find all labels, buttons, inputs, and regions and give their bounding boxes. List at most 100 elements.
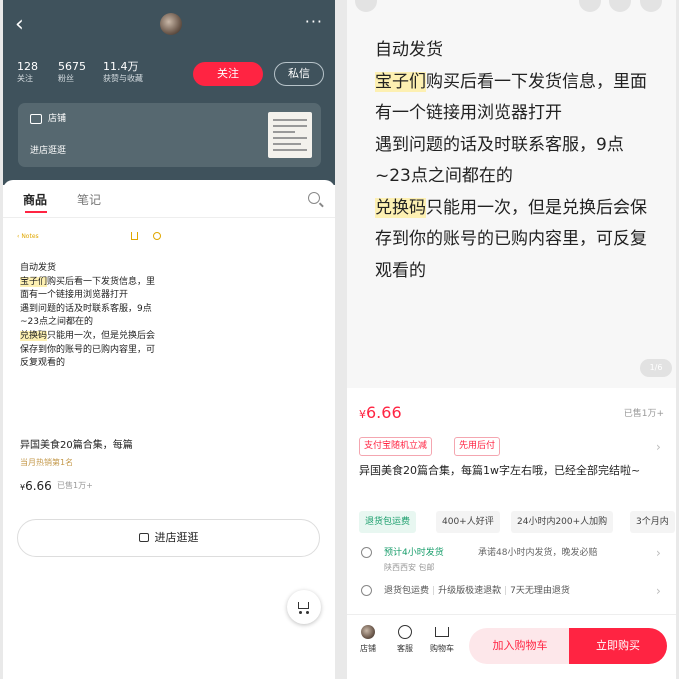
note-line-text: 遇到问题的话及时联系客服，9点~23点之间都在的	[20, 303, 152, 328]
visit-store-button[interactable]: 进店逛逛	[17, 519, 320, 557]
bottom-action-bar: 店铺 客服 购物车 加入购物车 立即购买	[347, 614, 676, 679]
guarantee-item: 退货包运费	[384, 586, 430, 596]
store-card[interactable]: 店铺 进店逛逛	[18, 103, 321, 167]
visit-store-label: 进店逛逛	[154, 531, 199, 544]
product-rank: 当月热销第1名	[20, 458, 74, 467]
note-highlight: 兑换码	[375, 197, 426, 218]
product-price: ¥6.66	[20, 478, 52, 496]
shipping-fast[interactable]: 预计4小时发货	[384, 546, 444, 560]
active-tab-indicator	[25, 211, 47, 213]
note-line: 遇到问题的话及时联系客服，9点~23点之间都在的	[375, 130, 655, 193]
stat-label: 粉丝	[58, 74, 74, 83]
feature-tag: 400+人好评	[436, 511, 500, 533]
more-button[interactable]	[640, 0, 662, 12]
note-line: 兑换码只能用一次，但是兑换后会保存到你的账号的已购内容里，可反复观看的	[375, 193, 655, 288]
search-icon[interactable]	[308, 192, 320, 204]
product-sold: 已售1万+	[623, 409, 664, 419]
chevron-right-icon[interactable]: ›	[656, 584, 661, 598]
share-button[interactable]	[579, 0, 601, 12]
note-text: 自动发货 宝子们购买后看一下发货信息，里面有一个链接用浏览器打开 遇到问题的话及…	[20, 262, 158, 371]
stat-label: 关注	[17, 74, 33, 83]
currency-symbol: ¥	[359, 408, 366, 421]
cart-tab[interactable]: 购物车	[427, 625, 457, 654]
promo-tag[interactable]: 支付宝随机立减	[359, 437, 433, 456]
message-button[interactable]: 私信	[274, 62, 324, 86]
chevron-right-icon[interactable]: ›	[656, 440, 661, 454]
page-indicator: 1/6	[640, 359, 672, 377]
price-value: 6.66	[366, 403, 402, 422]
product-title: 异国美食20篇合集，每篇	[20, 440, 133, 451]
more-circle-icon	[153, 232, 161, 240]
note-line: 自动发货	[375, 35, 655, 67]
note-text-large: 自动发货 宝子们购买后看一下发货信息，里面有一个链接用浏览器打开 遇到问题的话及…	[375, 35, 655, 287]
visit-store-link[interactable]: 进店逛逛	[30, 144, 66, 158]
chevron-right-icon[interactable]: ›	[656, 546, 661, 560]
follow-button[interactable]: 关注	[193, 62, 263, 86]
product-card[interactable]: ‹ Notes 自动发货 宝子们购买后看一下发货信息，里面有一个链接用浏览器打开…	[14, 224, 169, 504]
cart-button[interactable]	[287, 590, 321, 624]
product-detail-panel: 自动发货 宝子们购买后看一下发货信息，里面有一个链接用浏览器打开 遇到问题的话及…	[347, 0, 676, 679]
note-line: 自动发货	[20, 262, 158, 276]
stat-following[interactable]: 128 关注	[17, 60, 38, 85]
separator: |	[432, 586, 436, 596]
store-tab-label: 店铺	[360, 644, 376, 653]
stat-likes[interactable]: 11.4万 获赞与收藏	[103, 60, 143, 85]
note-line: 兑换码只能用一次，但是兑换后会保存到你的账号的已购内容里，可反复观看的	[20, 330, 158, 371]
store-label: 店铺	[48, 114, 67, 124]
cart-top-button[interactable]	[609, 0, 631, 12]
more-icon[interactable]: ···	[305, 12, 323, 31]
store-avatar-icon	[361, 625, 375, 639]
cart-wheel	[306, 611, 309, 614]
shield-icon	[361, 585, 372, 596]
note-line-text: 遇到问题的话及时联系客服，9点~23点之间都在的	[375, 134, 624, 187]
note-line: 遇到问题的话及时联系客服，9点~23点之间都在的	[20, 303, 158, 330]
service-tab[interactable]: 客服	[390, 625, 420, 654]
shipping-location: 陕西西安 包邮	[384, 563, 435, 572]
product-price: ¥6.66	[359, 403, 402, 425]
stat-number: 11.4万	[103, 60, 139, 73]
avatar[interactable]	[160, 13, 182, 35]
notes-back-label: ‹ Notes	[17, 233, 39, 240]
stat-fans[interactable]: 5675 粉丝	[58, 60, 86, 85]
guarantee-item: 7天无理由退货	[510, 586, 570, 596]
store-thumbnail[interactable]	[268, 112, 312, 158]
store-icon	[30, 114, 42, 124]
cart-tab-label: 购物车	[430, 644, 454, 653]
note-line-text: 自动发货	[375, 40, 443, 60]
content-sheet: 商品 笔记 ‹ Notes 自动发货 宝子们购买后看一下发货信息，里面有一个链接…	[3, 180, 335, 679]
tab-goods[interactable]: 商品	[23, 192, 47, 208]
stat-number: 128	[17, 60, 38, 73]
note-line-text: 自动发货	[20, 263, 57, 273]
cart-icon	[298, 602, 309, 609]
note-highlight: 宝子们	[20, 276, 48, 287]
add-to-cart-button[interactable]: 加入购物车	[469, 628, 571, 664]
promo-tag[interactable]: 先用后付	[454, 437, 501, 456]
note-highlight: 兑换码	[20, 330, 48, 341]
store-icon	[138, 533, 149, 542]
feature-tag: 24小时内200+人加购	[511, 511, 614, 533]
back-arrow-icon[interactable]: ‹	[15, 14, 24, 36]
back-button[interactable]	[355, 0, 377, 12]
shipping-promise[interactable]: 承诺48小时内发货，晚发必赔	[478, 546, 597, 560]
note-line: 宝子们购买后看一下发货信息，里面有一个链接用浏览器打开	[20, 276, 158, 303]
guarantee-row[interactable]: 退货包运费 | 升级版极速退款 | 7天无理由退货	[384, 584, 570, 598]
notes-app-bar: ‹ Notes	[17, 230, 167, 244]
stat-number: 5675	[58, 60, 86, 73]
feature-tag: 退货包运费	[359, 511, 417, 533]
shop-header: ‹ ··· 128 关注 5675 粉丝 11.4万 获赞与收藏 关注 私信 店…	[3, 0, 335, 185]
product-image[interactable]: 自动发货 宝子们购买后看一下发货信息，里面有一个链接用浏览器打开 遇到问题的话及…	[347, 0, 676, 388]
product-title: 异国美食20篇合集，每篇1w字左右哦，已经全部完结啦~	[359, 464, 641, 477]
store-tab[interactable]: 店铺	[353, 625, 383, 654]
notes-back-text: Notes	[21, 233, 39, 240]
cart-wheel	[299, 611, 302, 614]
feature-tag: 3个月内	[630, 511, 675, 533]
chat-icon	[398, 625, 412, 639]
stat-label: 获赞与收藏	[103, 74, 143, 83]
cart-icon	[435, 627, 449, 637]
tab-notes[interactable]: 笔记	[77, 192, 101, 208]
separator: |	[504, 586, 508, 596]
price-value: 6.66	[25, 479, 52, 493]
note-highlight: 宝子们	[375, 71, 426, 92]
service-tab-label: 客服	[397, 644, 413, 653]
buy-now-button[interactable]: 立即购买	[569, 628, 667, 664]
